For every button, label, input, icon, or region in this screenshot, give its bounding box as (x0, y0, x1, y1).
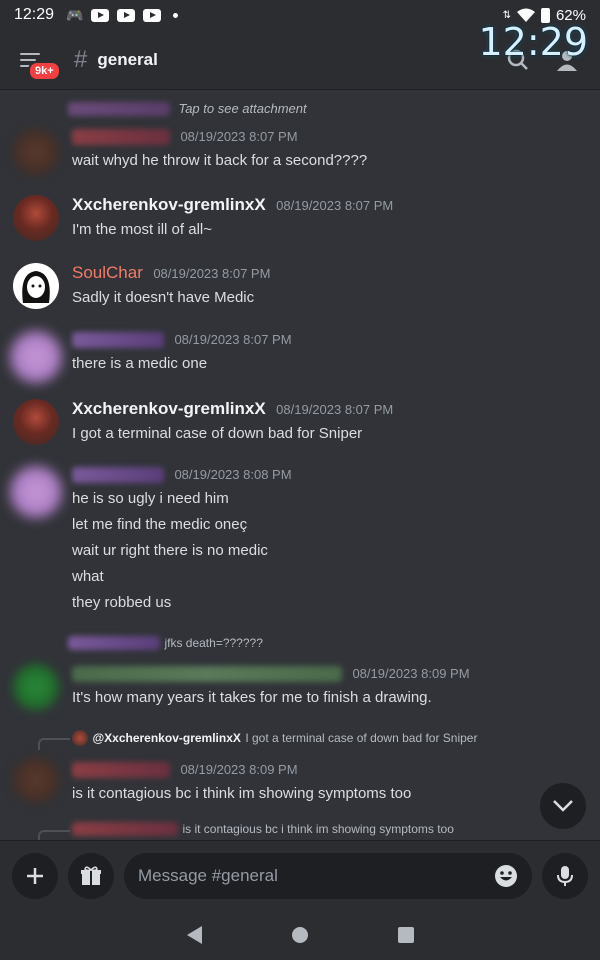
unread-badge: 9k+ (28, 60, 61, 81)
avatar[interactable] (10, 331, 62, 383)
gift-button[interactable] (68, 852, 114, 899)
home-icon[interactable] (291, 927, 308, 943)
recent-apps-icon[interactable] (397, 927, 414, 943)
system-navigation-bar (0, 910, 600, 960)
blurred-username[interactable] (72, 331, 164, 348)
avatar[interactable] (13, 664, 59, 710)
message-text: I got a terminal case of down bad for Sn… (72, 425, 363, 442)
message-text: It's how many years it takes for me to f… (72, 689, 432, 706)
reply-snippet: I got a terminal case of down bad for Sn… (245, 731, 478, 745)
blurred-username[interactable] (72, 466, 164, 483)
reply-preview[interactable]: @Xxcherenkov-gremlinxX I got a terminal … (72, 729, 477, 747)
message-list[interactable]: Tap to see attachment 08/19/2023 8:07 PM… (0, 90, 600, 840)
username[interactable]: SoulChar (72, 263, 143, 282)
youtube-icon (117, 8, 136, 22)
avatar-drawing (22, 271, 50, 303)
reply-preview[interactable]: jfks death=?????? (68, 634, 263, 652)
avatar[interactable] (13, 263, 59, 309)
timestamp: 08/19/2023 8:07 PM (276, 402, 394, 417)
back-icon[interactable] (186, 926, 202, 944)
blurred-username[interactable] (72, 761, 170, 778)
message-input[interactable]: Message #general (124, 852, 532, 899)
message-text: I'm the most ill of all~ (72, 221, 212, 238)
voice-message-button[interactable] (542, 852, 588, 899)
gamepad-icon: 🎮 (66, 6, 84, 23)
scroll-to-bottom-button[interactable] (540, 783, 586, 829)
youtube-icon (143, 8, 162, 22)
reply-snippet: is it contagious bc i think im showing s… (182, 822, 454, 836)
avatar[interactable] (13, 129, 59, 175)
attachment-note[interactable]: Tap to see attachment (178, 101, 306, 116)
reply-avatar (72, 729, 88, 746)
timestamp: 08/19/2023 8:07 PM (174, 332, 292, 347)
avatar[interactable] (10, 466, 62, 518)
reply-snippet: jfks death=?????? (164, 636, 263, 650)
message-placeholder: Message #general (138, 865, 278, 885)
timestamp: 08/19/2023 8:07 PM (276, 198, 394, 213)
username[interactable]: Xxcherenkov-gremlinxX (72, 195, 266, 214)
hash-icon: # (74, 45, 88, 73)
avatar[interactable] (13, 757, 59, 803)
message-text: what (72, 568, 104, 585)
username[interactable]: Xxcherenkov-gremlinxX (72, 399, 266, 418)
avatar[interactable] (13, 399, 59, 445)
blurred-reply-author (68, 101, 170, 116)
timestamp: 08/19/2023 8:09 PM (180, 762, 298, 777)
message-text: wait whyd he throw it back for a second?… (72, 152, 368, 169)
chevron-down-icon (553, 800, 573, 812)
message-text: is it contagious bc i think im showing s… (72, 785, 412, 802)
blurred-reply-author (68, 635, 160, 650)
message-text: he is so ugly i need him (72, 490, 229, 507)
channel-name[interactable]: general (97, 50, 157, 70)
timestamp: 08/19/2023 8:07 PM (153, 266, 271, 281)
reply-connector (38, 830, 70, 840)
youtube-icon (91, 8, 110, 22)
timestamp: 08/19/2023 8:07 PM (180, 129, 298, 144)
blurred-username[interactable] (72, 128, 170, 145)
reply-connector (38, 738, 70, 750)
blurred-username[interactable] (72, 665, 342, 682)
gift-icon (81, 866, 101, 885)
microphone-icon (557, 865, 573, 886)
message-text: they robbed us (72, 594, 172, 611)
plus-icon (27, 867, 43, 884)
message-text: there is a medic one (72, 355, 208, 372)
hamburger-icon[interactable]: 9k+ (20, 43, 61, 81)
blurred-reply-author (72, 821, 178, 836)
timestamp: 08/19/2023 8:08 PM (174, 467, 292, 482)
emoji-icon[interactable] (494, 864, 518, 888)
message-text: wait ur right there is no medic (72, 542, 268, 559)
add-attachment-button[interactable] (12, 852, 58, 899)
timestamp: 08/19/2023 8:09 PM (352, 666, 470, 681)
notification-icons: 🎮 (66, 6, 179, 24)
avatar[interactable] (13, 195, 59, 241)
status-time: 12:29 (14, 6, 55, 23)
header-actions: 12:29 (478, 20, 588, 72)
message-text: let me find the medic oneç (72, 516, 248, 533)
channel-header: 9k+ # general 12:29 (0, 20, 600, 90)
message-composer: Message #general (0, 840, 600, 910)
message-text: Sadly it doesn't have Medic (72, 289, 255, 306)
clock-overlay: 12:29 (478, 19, 588, 64)
reply-author: @Xxcherenkov-gremlinxX (92, 731, 241, 745)
reply-preview[interactable]: is it contagious bc i think im showing s… (72, 820, 454, 838)
more-notifications-icon (173, 12, 179, 18)
